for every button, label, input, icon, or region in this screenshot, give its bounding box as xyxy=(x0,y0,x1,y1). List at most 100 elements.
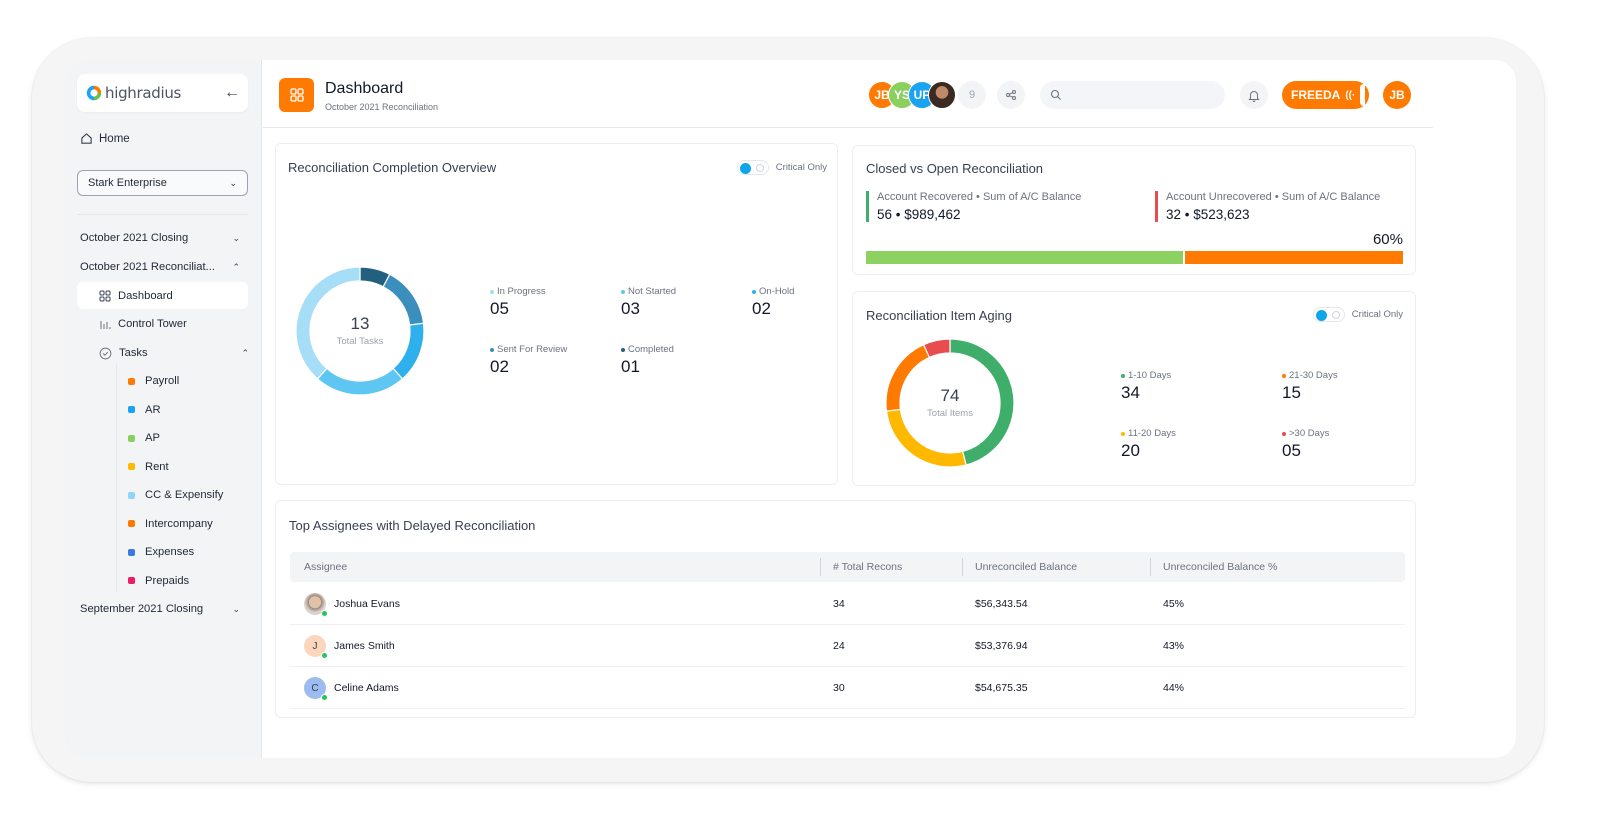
home-icon xyxy=(81,133,92,144)
dashboard-badge-icon xyxy=(279,78,314,112)
notifications-button[interactable] xyxy=(1240,81,1268,109)
stat-value: 01 xyxy=(621,357,640,376)
sidebar-task-item[interactable]: Prepaids xyxy=(128,572,189,590)
toggle-switch[interactable] xyxy=(1312,307,1345,322)
top-header: Dashboard October 2021 Reconciliation JB… xyxy=(263,60,1433,128)
recovered-percent: 60% xyxy=(1372,231,1403,248)
column-separator xyxy=(820,558,821,576)
sidebar-task-item[interactable]: AP xyxy=(128,429,160,447)
stat-label: Completed xyxy=(628,344,674,355)
total-recons-cell: 24 xyxy=(833,640,845,652)
recovered-segment xyxy=(866,251,1183,264)
card-title: Closed vs Open Reconciliation xyxy=(866,161,1044,176)
user-avatar[interactable]: JB xyxy=(1383,81,1411,109)
sidebar-item-home[interactable]: Home xyxy=(80,132,130,145)
stat-in-progress: In Progress 05 xyxy=(490,286,546,319)
critical-only-toggle[interactable]: Critical Only xyxy=(736,160,827,175)
stat-sent-for-review: Sent For Review 02 xyxy=(490,344,567,377)
column-separator xyxy=(1150,558,1151,576)
donut-segment-30-days[interactable] xyxy=(922,338,951,359)
task-label: AP xyxy=(145,432,160,444)
share-button[interactable] xyxy=(997,81,1025,109)
stat-21-30-days: 21-30 Days 15 xyxy=(1282,370,1338,403)
donut-center: 74 Total Items xyxy=(900,386,1000,419)
stat-completed: Completed 01 xyxy=(621,344,674,377)
company-select-value: Stark Enterprise xyxy=(88,177,167,189)
column-header-total-recons[interactable]: # Total Recons xyxy=(833,552,902,582)
tree-guide-line xyxy=(116,364,117,592)
stat-label: 1-10 Days xyxy=(1128,370,1172,381)
total-tasks-value: 13 xyxy=(350,314,370,333)
stat-label: 21-30 Days xyxy=(1289,370,1338,381)
table-row[interactable]: J James Smith 24 $53,376.94 43% xyxy=(290,625,1405,667)
search-field[interactable] xyxy=(1040,81,1225,109)
assignee-cell: J James Smith xyxy=(304,625,395,667)
logo-bar: highradius ← xyxy=(77,74,248,112)
task-label: AR xyxy=(145,403,161,416)
app-window: highradius ← Home Stark Enterprise ⌄ Oct… xyxy=(64,60,1516,758)
stat-label: Not Started xyxy=(628,286,677,297)
stat-label: >30 Days xyxy=(1289,428,1330,439)
balance-cell: $54,675.35 xyxy=(975,682,1028,694)
card-title: Reconciliation Item Aging xyxy=(866,308,1012,323)
stat-value: 34 xyxy=(1121,383,1140,402)
account-unrecovered-label: Account Unrecovered • Sum of A/C Balance xyxy=(1166,191,1381,203)
sidebar-item-label: Dashboard xyxy=(118,290,173,302)
table-row[interactable]: Joshua Evans 34 $56,343.54 45% xyxy=(290,583,1405,625)
collaborator-avatars[interactable]: JB YS UP 9 xyxy=(868,81,986,109)
sidebar-group-october-closing[interactable]: October 2021 Closing ⌄ xyxy=(80,228,250,248)
sidebar-item-control-tower[interactable]: Control Tower xyxy=(99,314,187,334)
legend-dot xyxy=(490,289,494,294)
card-title: Top Assignees with Delayed Reconciliatio… xyxy=(289,518,536,533)
sidebar-group-october-reconciliation[interactable]: October 2021 Reconciliat... ⌃ xyxy=(80,257,250,277)
chevron-down-icon: ⌄ xyxy=(232,232,240,243)
task-color-dot xyxy=(128,520,135,527)
table-header: Assignee # Total Recons Unreconciled Bal… xyxy=(290,552,1405,582)
task-color-dot xyxy=(128,463,135,470)
sidebar-item-dashboard[interactable]: Dashboard xyxy=(99,286,173,306)
sidebar-task-item[interactable]: Intercompany xyxy=(128,515,213,533)
freeda-assistant-button[interactable]: FREEDA ((· xyxy=(1282,81,1369,109)
avatar-photo[interactable] xyxy=(928,81,956,109)
sidebar-task-item[interactable]: AR xyxy=(128,401,161,419)
account-recovered-label: Account Recovered • Sum of A/C Balance xyxy=(877,191,1082,203)
task-label: Rent xyxy=(145,460,169,473)
sidebar: highradius ← Home Stark Enterprise ⌄ Oct… xyxy=(64,60,262,758)
account-recovered-value: 56 • $989,462 xyxy=(877,207,961,222)
column-header-unreconciled-balance[interactable]: Unreconciled Balance xyxy=(975,552,1077,582)
sidebar-group-september-closing[interactable]: September 2021 Closing ⌄ xyxy=(80,599,250,619)
avatar: J xyxy=(304,635,328,659)
sidebar-item-tasks[interactable]: Tasks ⌃ xyxy=(99,343,249,363)
percent-cell: 44% xyxy=(1163,682,1185,694)
collapse-sidebar-arrow-icon[interactable]: ← xyxy=(224,84,240,102)
page-title: Dashboard xyxy=(325,80,404,97)
table-row[interactable]: C Celine Adams 30 $54,675.35 44% xyxy=(290,667,1405,709)
avatar-photo xyxy=(304,593,328,617)
task-label: Intercompany xyxy=(145,517,213,530)
stat-value: 03 xyxy=(621,299,640,318)
sidebar-task-item[interactable]: CC & Expensify xyxy=(128,486,223,504)
chevron-down-icon: ⌄ xyxy=(232,603,240,614)
legend-dot xyxy=(1282,431,1286,436)
chevron-up-icon: ⌃ xyxy=(232,261,240,272)
column-separator xyxy=(962,558,963,576)
more-collaborators-count[interactable]: 9 xyxy=(958,81,986,109)
sidebar-task-item[interactable]: Rent xyxy=(128,458,169,476)
company-select[interactable]: Stark Enterprise ⌄ xyxy=(77,170,248,196)
sidebar-item-label: Control Tower xyxy=(118,318,187,330)
stat-value: 05 xyxy=(1282,441,1301,460)
sidebar-task-item[interactable]: Payroll xyxy=(128,372,179,390)
search-input[interactable] xyxy=(1068,89,1225,101)
column-header-assignee[interactable]: Assignee xyxy=(304,552,347,582)
highradius-logo-icon xyxy=(86,85,102,101)
column-header-unreconciled-percent[interactable]: Unreconciled Balance % xyxy=(1163,552,1277,582)
critical-only-toggle[interactable]: Critical Only xyxy=(1312,307,1403,322)
sidebar-task-item[interactable]: Expenses xyxy=(128,543,194,561)
account-recovered: Account Recovered • Sum of A/C Balance 5… xyxy=(866,191,1081,222)
toggle-switch[interactable] xyxy=(736,160,769,175)
donut-segment-not-started[interactable] xyxy=(316,367,404,396)
legend-dot xyxy=(1282,373,1286,378)
assistant-label: FREEDA xyxy=(1291,88,1341,102)
unrecovered-segment xyxy=(1184,251,1403,264)
sidebar-item-label: Tasks xyxy=(119,347,148,359)
